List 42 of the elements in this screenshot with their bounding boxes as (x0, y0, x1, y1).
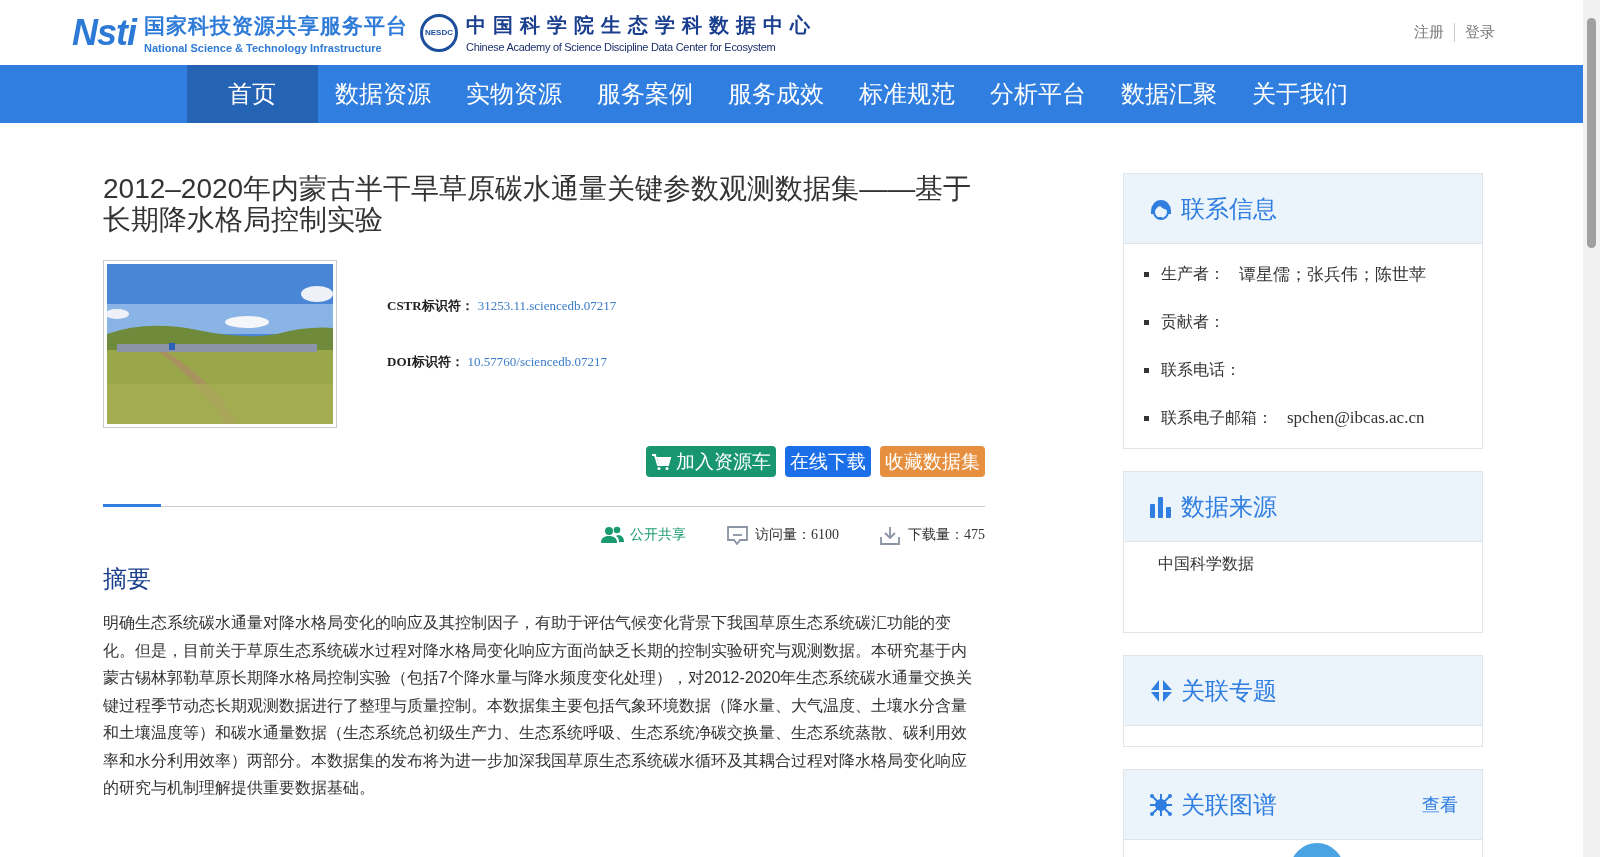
center-name-english: Chinese Academy of Science Discipline Data Center for Ecosystem (466, 41, 777, 53)
stat-text: 访问量：6100 (755, 526, 839, 544)
center-name: 中国科学院生态学科数据中心 (466, 13, 817, 38)
access-status: 公开共享 (630, 526, 686, 544)
card-title: 关联图谱 (1181, 789, 1278, 820)
view-link[interactable]: 查看 (1422, 792, 1458, 817)
nav-tab[interactable]: 关于我们 (1234, 65, 1366, 123)
card-title: 关联专题 (1181, 675, 1278, 706)
add-to-cart-button[interactable]: 加入资源车 (646, 446, 776, 477)
card-title: 联系信息 (1181, 193, 1278, 224)
card-title: 数据来源 (1181, 491, 1278, 522)
field-label: 联系电话： (1161, 359, 1241, 380)
identifier-label: CSTR标识符： (387, 298, 474, 313)
favorite-button[interactable]: 收藏数据集 (880, 446, 985, 477)
section-heading: 摘要 (103, 564, 152, 594)
center-seal-logo: NESDC (420, 13, 458, 52)
nav-tab[interactable]: 数据资源 (317, 65, 449, 123)
nav-tab[interactable]: 数据汇聚 (1103, 65, 1235, 123)
platform-logo: Nsti (72, 11, 136, 54)
field-value: spchen@ibcas.ac.cn (1287, 408, 1425, 428)
identifier-link[interactable]: 10.57760/sciencedb.07217 (467, 354, 607, 369)
source-name: 中国科学数据 (1158, 555, 1254, 572)
stat-text: 下载量：475 (908, 526, 985, 544)
identifier-label: DOI标识符： (387, 354, 464, 369)
field-value: 谭星儒；张兵伟；陈世苹 (1239, 263, 1426, 286)
field-label: 联系电子邮箱： (1161, 407, 1273, 428)
platform-name-english: National Science & Technology Infrastructure (144, 41, 383, 54)
field-label: 生产者： (1161, 263, 1225, 284)
header-link[interactable]: 注册 (1404, 23, 1454, 42)
download-button[interactable]: 在线下载 (785, 446, 871, 477)
identifier-link[interactable]: 31253.11.sciencedb.07217 (477, 298, 617, 313)
header-link[interactable]: 登录 (1454, 23, 1505, 42)
dataset-title: 2012–2020年内蒙古半干旱草原碳水通量关键参数观测数据集——基于长期降水格局控制实验 (103, 173, 973, 235)
nav-tab[interactable]: 实物资源 (448, 65, 580, 123)
nav-tab[interactable]: 服务成效 (710, 65, 842, 123)
nav-tab[interactable]: 服务案例 (579, 65, 711, 123)
platform-name: 国家科技资源共享服务平台 (144, 12, 408, 39)
abstract-text: 明确生态系统碳水通量对降水格局变化的响应及其控制因子，有助于评估气候变化背景下我国草原生态系统碳汇功能的变化。但是，目前关于草原生态系统碳水过程对降水格局变化响应方面尚缺乏长期的控制实验研究与观测数据。本研究基于内蒙古锡林郭勒草原长期降水格局控制实验（包括7个降水量与降水频度变化处理），对2012-2020年生态系统碳水通量交换关键过程季节动态长期观测数据进行了整理与质量控制。本数据集主要包括气象环境数据（降水量、大气温度、土壤水分含量和土壤温度等）和碳水通量数据（生态系统总初级生产力、生态系统呼吸、生态系统净碳交换量、生态系统蒸散、碳利用效率和水分利用效率）两部分。本数据集的发布将为进一步加深我国草原生态系统碳水循环及其耦合过程对降水格局变化响应的研究与机制理解提供重要数据基础。 (103, 613, 973, 798)
nav-tab[interactable]: 分析平台 (972, 65, 1104, 123)
nav-tab[interactable]: 标准规范 (841, 65, 973, 123)
field-label: 贡献者： (1161, 311, 1225, 332)
nav-tab[interactable]: 首页 (186, 65, 318, 123)
